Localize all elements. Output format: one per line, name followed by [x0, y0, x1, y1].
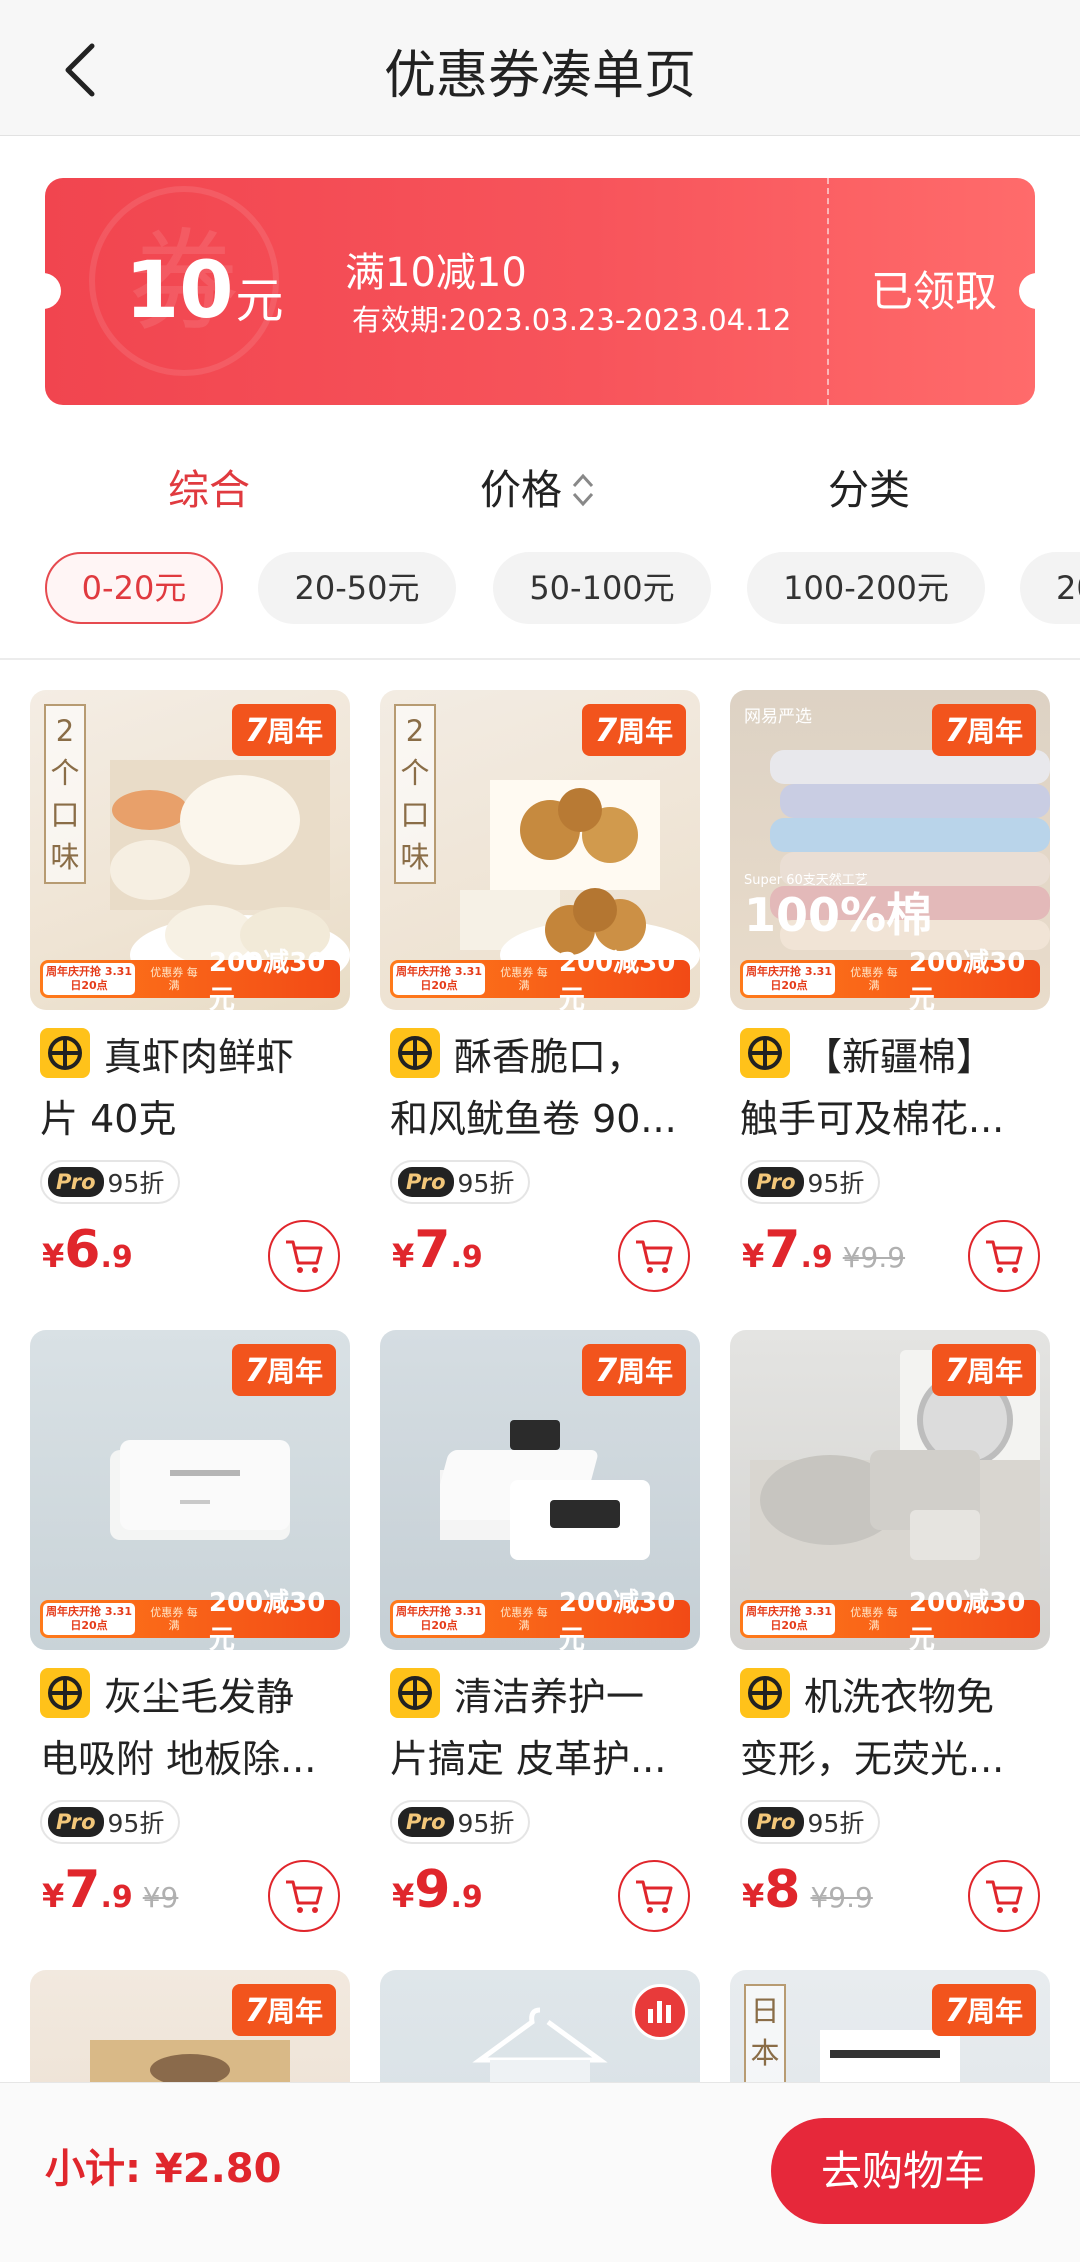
product-image[interactable]: 7周年 周年庆开抢 3.31日20点 优惠券 每满 200减30元	[380, 1330, 700, 1650]
product-photo	[90, 2040, 290, 2090]
coupon-condition: 满10减10	[345, 250, 527, 296]
coupon-notch-right	[1019, 273, 1035, 309]
price-chip[interactable]: 0-20元	[45, 552, 223, 624]
subtotal: 小计: ¥2.80	[45, 2146, 282, 2192]
promo-strip: 周年庆开抢 3.31日20点 优惠券 每满 200减30元	[740, 948, 1040, 1010]
add-to-cart-button[interactable]	[968, 1860, 1040, 1932]
pro-discount-tag: Pro 95折	[390, 1160, 531, 1204]
coupon-amount-unit: 元	[235, 273, 284, 329]
anniversary-badge: 7周年	[232, 704, 336, 756]
page-title: 优惠券凑单页	[383, 46, 696, 106]
image-headline: 100%棉	[744, 888, 933, 942]
cart-icon	[986, 1880, 1023, 1913]
coupon-amount-number: 10	[125, 246, 234, 336]
product-title[interactable]: 酥香脆口， 和风鱿鱼卷 90...	[390, 1026, 700, 1150]
product-price: ¥6.9	[42, 1220, 133, 1280]
pro-discount-tag: Pro 95折	[40, 1800, 181, 1844]
price-chip[interactable]: 50-100元	[493, 552, 711, 624]
coupon-card: 券 10 元 满10减10 有效期:2023.03.23-2023.04.12 …	[45, 178, 1035, 405]
add-to-cart-button[interactable]	[968, 1220, 1040, 1292]
add-to-cart-button[interactable]	[268, 1220, 340, 1292]
bar-chart-icon	[632, 1984, 688, 2040]
product-photo	[110, 1440, 290, 1540]
self-operated-icon	[740, 1028, 790, 1078]
origin-tag: 日本	[744, 1984, 786, 2084]
top-bar: 优惠券凑单页	[0, 0, 1080, 136]
price-filter-bar: 0-20元 20-50元 50-100元 100-200元 20	[0, 548, 1080, 628]
promo-strip: 周年庆开抢 3.31日20点 优惠券 每满 200减30元	[40, 948, 340, 1010]
product-price: ¥7.9 ¥9.9	[742, 1220, 906, 1280]
product-price: ¥7.9	[392, 1220, 483, 1280]
coupon-validity: 有效期:2023.03.23-2023.04.12	[352, 303, 792, 337]
product-title[interactable]: 真虾肉鲜虾 片 40克	[40, 1026, 350, 1150]
promo-strip: 周年庆开抢 3.31日20点 优惠券 每满 200减30元	[390, 1588, 690, 1650]
price-chip[interactable]: 20	[1020, 552, 1080, 624]
cart-icon	[636, 1880, 673, 1913]
hanger-photo	[472, 2007, 608, 2090]
pro-discount-tag: Pro 95折	[40, 1160, 181, 1204]
coupon-notch-left	[45, 273, 61, 309]
product-image[interactable]: 7周年 周年庆开抢 3.31日20点 优惠券 每满 200减30元	[730, 1330, 1050, 1650]
cart-icon	[636, 1240, 673, 1273]
go-to-cart-button[interactable]: 去购物车	[771, 2118, 1035, 2224]
bottom-bar: 小计: ¥2.80 去购物车	[0, 2082, 1080, 2262]
anniversary-badge: 7周年	[232, 1344, 336, 1396]
cart-icon	[286, 1240, 323, 1273]
cart-icon	[986, 1240, 1023, 1273]
tab-label: 分类	[828, 466, 910, 514]
anniversary-badge: 7周年	[232, 1984, 336, 2036]
tab-label: 价格	[480, 466, 562, 514]
coupon-status[interactable]: 已领取	[871, 264, 997, 320]
product-title[interactable]: 机洗衣物免 变形，无荧光...	[740, 1666, 1050, 1790]
anniversary-badge: 7周年	[582, 704, 686, 756]
promo-strip: 周年庆开抢 3.31日20点 优惠券 每满 200减30元	[390, 948, 690, 1010]
self-operated-icon	[390, 1028, 440, 1078]
self-operated-icon	[390, 1668, 440, 1718]
flavor-tag: 2个口味	[44, 704, 86, 884]
product-price: ¥8 ¥9.9	[742, 1860, 873, 1920]
self-operated-icon	[40, 1028, 90, 1078]
product-image[interactable]: 网易严选 Super 60支天然工艺 100%棉 7周年 周年庆开抢 3.31日…	[730, 690, 1050, 1010]
anniversary-badge: 7周年	[932, 1984, 1036, 2036]
product-image[interactable]: 2个口味 7周年 周年庆开抢 3.31日20点 优惠券 每满 200减30元	[380, 690, 700, 1010]
coupon-amount: 10 元	[125, 246, 284, 336]
pro-discount-tag: Pro 95折	[390, 1800, 531, 1844]
product-title[interactable]: 清洁养护一 片搞定 皮革护...	[390, 1666, 700, 1790]
tab-sort-price[interactable]: 价格	[480, 462, 596, 518]
anniversary-badge: 7周年	[582, 1344, 686, 1396]
tab-sort-comprehensive[interactable]: 综合	[168, 462, 250, 518]
promo-strip: 周年庆开抢 3.31日20点 优惠券 每满 200减30元	[740, 1588, 1040, 1650]
product-photo	[440, 1420, 650, 1560]
brand-mark: 网易严选	[744, 707, 812, 727]
product-price: ¥7.9 ¥9	[42, 1860, 179, 1920]
product-price: ¥9.9	[392, 1860, 483, 1920]
anniversary-badge: 7周年	[932, 704, 1036, 756]
price-chip[interactable]: 100-200元	[747, 552, 985, 624]
product-image[interactable]: 2个口味 7周年 周年庆开抢 3.31日20点 优惠券 每满 200减30元	[30, 690, 350, 1010]
coupon-divider	[827, 178, 829, 405]
add-to-cart-button[interactable]	[268, 1860, 340, 1932]
tab-sort-category[interactable]: 分类	[828, 462, 910, 518]
add-to-cart-button[interactable]	[618, 1220, 690, 1292]
price-chip[interactable]: 20-50元	[258, 552, 456, 624]
pro-discount-tag: Pro 95折	[740, 1800, 881, 1844]
product-photo	[820, 2030, 960, 2090]
self-operated-icon	[740, 1668, 790, 1718]
anniversary-badge: 7周年	[932, 1344, 1036, 1396]
product-image[interactable]: 7周年 周年庆开抢 3.31日20点 优惠券 每满 200减30元	[30, 1330, 350, 1650]
pro-discount-tag: Pro 95折	[740, 1160, 881, 1204]
self-operated-icon	[40, 1668, 90, 1718]
tab-label: 综合	[168, 466, 250, 514]
product-title[interactable]: 【新疆棉】 触手可及棉花...	[740, 1026, 1050, 1150]
sort-updown-icon	[572, 473, 594, 507]
flavor-tag: 2个口味	[394, 704, 436, 884]
divider	[0, 658, 1080, 660]
cart-icon	[286, 1880, 323, 1913]
image-subtext: Super 60支天然工艺	[744, 873, 868, 888]
product-title[interactable]: 灰尘毛发静 电吸附 地板除...	[40, 1666, 350, 1790]
add-to-cart-button[interactable]	[618, 1860, 690, 1932]
promo-strip: 周年庆开抢 3.31日20点 优惠券 每满 200减30元	[40, 1588, 340, 1650]
